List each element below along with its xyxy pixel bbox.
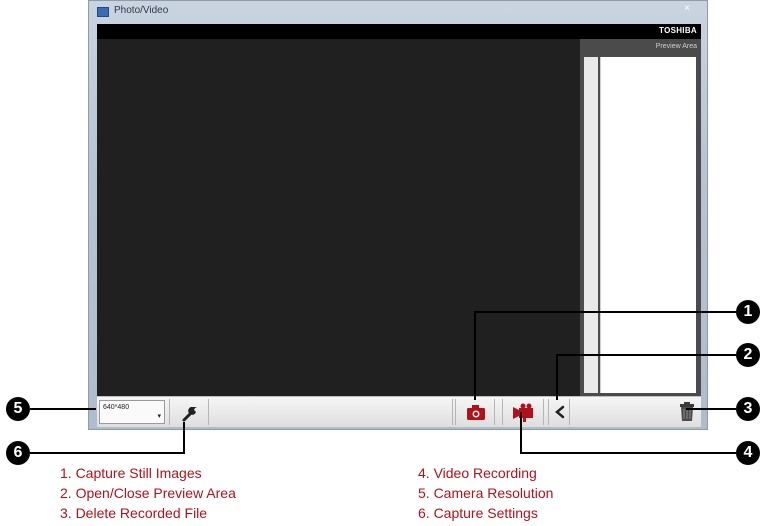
preview-panel: Preview Area: [580, 39, 701, 396]
dropdown-arrow-icon: ▾: [157, 413, 161, 420]
leader-line-5: [30, 408, 96, 410]
app-icon: [97, 7, 109, 17]
toggle-preview-area-button[interactable]: [548, 399, 570, 425]
camera-viewport: [97, 39, 580, 396]
callout-1: 1: [736, 300, 760, 324]
preview-area[interactable]: [600, 57, 696, 393]
leader-line-4-vertical: [520, 412, 522, 454]
callout-2: 2: [736, 343, 760, 367]
callout-3: 3: [736, 397, 760, 421]
video-recording-button[interactable]: [502, 399, 544, 425]
legend-item-5: 5. Camera Resolution: [418, 485, 554, 501]
preview-area-label: Preview Area: [655, 43, 697, 50]
leader-line-2-vertical: [556, 354, 558, 400]
legend-item-1: 1. Capture Still Images: [60, 465, 202, 481]
legend-item-6: 6. Capture Settings: [418, 505, 538, 521]
window-title: Photo/Video: [114, 5, 169, 16]
legend-item-4: 4. Video Recording: [418, 465, 537, 481]
resolution-select[interactable]: 640*480 ▾: [99, 400, 165, 424]
callout-4: 4: [736, 441, 760, 465]
video-camera-icon: [513, 403, 533, 422]
wrench-icon: [182, 407, 197, 422]
bottom-toolbar: 640*480 ▾: [97, 396, 701, 427]
leader-line-6-vertical: [183, 422, 185, 454]
leader-line-4-horizontal: [520, 452, 736, 454]
callout-5: 5: [6, 397, 30, 421]
camera-icon: [467, 405, 485, 420]
toolbar-spacer: [210, 399, 453, 425]
brand-logo: TOSHIBA: [659, 26, 697, 35]
toolbar-spacer-right: [571, 399, 671, 425]
close-button[interactable]: ×: [679, 3, 695, 14]
capture-still-image-button[interactable]: [455, 399, 495, 425]
leader-line-6-horizontal: [30, 452, 185, 454]
leader-line-3: [686, 408, 736, 410]
chevron-left-icon: [555, 405, 565, 419]
capture-settings-button[interactable]: [169, 399, 209, 425]
leader-line-1-vertical: [474, 311, 476, 400]
trash-icon: [680, 402, 694, 421]
leader-line-1-horizontal: [474, 311, 736, 313]
brand-bar: TOSHIBA: [97, 24, 701, 39]
callout-6: 6: [6, 441, 30, 465]
legend-item-3: 3. Delete Recorded File: [60, 505, 208, 521]
legend-item-2: 2. Open/Close Preview Area: [60, 485, 236, 501]
leader-line-2-horizontal: [556, 354, 736, 356]
resolution-value: 640*480: [103, 404, 130, 411]
preview-scroll-strip[interactable]: [584, 57, 598, 393]
photo-video-window: Photo/Video × TOSHIBA Preview Area 640*4…: [88, 0, 708, 430]
delete-recorded-file-button[interactable]: [674, 399, 700, 425]
